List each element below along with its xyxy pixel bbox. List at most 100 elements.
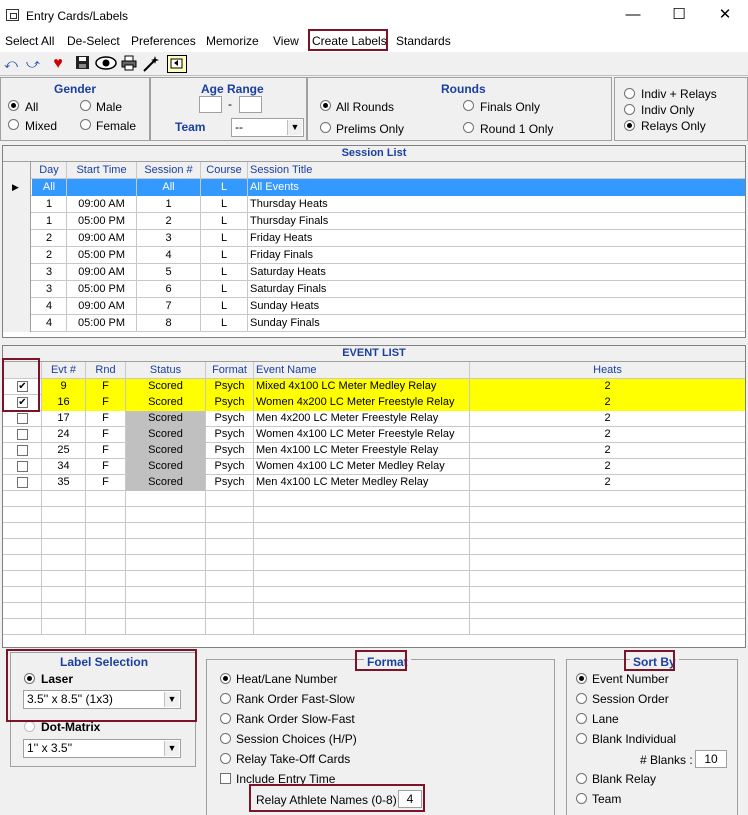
gender-male-radio[interactable]	[80, 100, 91, 111]
minimize-button[interactable]: —	[610, 4, 656, 28]
row-selector[interactable]	[3, 247, 31, 264]
event-row[interactable]: 34 F Scored Psych Women 4x100 LC Meter Medle…	[3, 459, 745, 475]
relays-only-radio[interactable]	[624, 120, 635, 131]
event-checkbox[interactable]	[17, 477, 28, 488]
session-row[interactable]: ▶ All All L All Events	[3, 179, 745, 196]
format-option-radio[interactable]	[220, 753, 231, 764]
event-cell-name: Women 4x100 LC Meter Medley Relay	[254, 459, 470, 475]
session-cell-day: 3	[32, 281, 67, 298]
menu-standards[interactable]: Standards	[396, 34, 451, 48]
rounds-prelims-radio[interactable]	[320, 122, 331, 133]
session-cell-day: 2	[32, 247, 67, 264]
col-start-time[interactable]: Start Time	[67, 162, 137, 179]
team-dropdown[interactable]: -- ▼	[231, 118, 304, 137]
current-row-icon[interactable]: ▶	[3, 179, 31, 196]
gender-all-radio[interactable]	[8, 100, 19, 111]
session-row[interactable]: 1 09:00 AM 1 L Thursday Heats	[3, 196, 745, 213]
session-row[interactable]: 3 09:00 AM 5 L Saturday Heats	[3, 264, 745, 281]
indiv-only-radio[interactable]	[624, 104, 635, 115]
col-heats[interactable]: Heats	[470, 362, 745, 379]
sort-option-radio[interactable]	[576, 713, 587, 724]
dot-size-dropdown[interactable]: 1'' x 3.5'' ▼	[23, 739, 181, 758]
sort-option-radio[interactable]	[576, 733, 587, 744]
age-to-input[interactable]	[239, 96, 262, 113]
event-cell-rnd: F	[86, 395, 126, 411]
menu-memorize[interactable]: Memorize	[206, 34, 259, 48]
col-course[interactable]: Course	[201, 162, 248, 179]
col-rnd[interactable]: Rnd	[86, 362, 126, 379]
session-row[interactable]: 3 05:00 PM 6 L Saturday Finals	[3, 281, 745, 298]
row-selector[interactable]	[3, 298, 31, 315]
format-option-radio[interactable]	[220, 693, 231, 704]
sort-option-radio[interactable]	[576, 793, 587, 804]
blanks-input[interactable]: 10	[695, 750, 727, 768]
age-from-input[interactable]	[199, 96, 222, 113]
menu-view[interactable]: View	[273, 34, 299, 48]
event-checkbox[interactable]	[17, 413, 28, 424]
save-icon[interactable]	[73, 55, 91, 73]
grid-line	[41, 507, 42, 523]
event-header-row: Evt # Rnd Status Format Event Name Heats	[3, 362, 745, 379]
grid-line	[205, 587, 206, 603]
indiv-relays-radio[interactable]	[624, 88, 635, 99]
col-status[interactable]: Status	[126, 362, 206, 379]
session-row[interactable]: 1 05:00 PM 2 L Thursday Finals	[3, 213, 745, 230]
close-button[interactable]: ✕	[702, 4, 748, 28]
session-row[interactable]: 4 09:00 AM 7 L Sunday Heats	[3, 298, 745, 315]
row-selector[interactable]	[3, 264, 31, 281]
print-icon[interactable]	[120, 55, 138, 73]
session-row[interactable]: 2 05:00 PM 4 L Friday Finals	[3, 247, 745, 264]
sort-option-radio[interactable]	[576, 673, 587, 684]
row-selector[interactable]	[3, 315, 31, 332]
col-format[interactable]: Format	[206, 362, 254, 379]
gender-female-radio[interactable]	[80, 119, 91, 130]
format-option-radio[interactable]	[220, 713, 231, 724]
session-row[interactable]: 4 05:00 PM 8 L Sunday Finals	[3, 315, 745, 332]
eye-icon[interactable]	[94, 55, 118, 73]
col-evt-num[interactable]: Evt #	[42, 362, 86, 379]
gender-mixed-radio[interactable]	[8, 119, 19, 130]
rounds-finals-radio[interactable]	[463, 100, 474, 111]
col-session-num[interactable]: Session #	[137, 162, 201, 179]
row-selector[interactable]	[3, 196, 31, 213]
grid-line	[205, 539, 206, 555]
col-day[interactable]: Day	[32, 162, 67, 179]
col-session-title[interactable]: Session Title	[248, 162, 745, 179]
annotation-box-relay-names	[249, 784, 425, 812]
import-icon[interactable]	[167, 55, 187, 73]
event-row[interactable]: 17 F Scored Psych Men 4x200 LC Meter Freesty…	[3, 411, 745, 427]
event-row[interactable]: ✔ 16 F Scored Psych Women 4x200 LC Meter Free…	[3, 395, 745, 411]
maximize-button[interactable]: ☐	[656, 4, 702, 28]
menu-de-select[interactable]: De-Select	[67, 34, 120, 48]
menu-preferences[interactable]: Preferences	[131, 34, 196, 48]
event-row[interactable]: 24 F Scored Psych Women 4x100 LC Meter Frees…	[3, 427, 745, 443]
rounds-all-radio[interactable]	[320, 100, 331, 111]
row-selector[interactable]	[3, 281, 31, 298]
col-event-name[interactable]: Event Name	[254, 362, 470, 379]
row-selector[interactable]	[3, 213, 31, 230]
event-row[interactable]: 25 F Scored Psych Men 4x100 LC Meter Freesty…	[3, 443, 745, 459]
session-cell-start-time	[67, 179, 137, 196]
wand-icon[interactable]	[142, 55, 160, 73]
dot-matrix-label: Dot-Matrix	[41, 720, 101, 734]
undo-icon[interactable]: ⤺	[2, 55, 20, 73]
event-row[interactable]: 35 F Scored Psych Men 4x100 LC Meter Medley …	[3, 475, 745, 491]
format-option-radio[interactable]	[220, 673, 231, 684]
include-entry-time-checkbox[interactable]	[220, 773, 231, 784]
redo-icon[interactable]: ⤻	[24, 55, 42, 73]
sort-option-radio[interactable]	[576, 773, 587, 784]
rounds-round1-radio[interactable]	[463, 122, 474, 133]
event-cell-evt: 17	[42, 411, 86, 427]
heart-icon[interactable]: ♥	[49, 55, 67, 73]
event-checkbox[interactable]	[17, 461, 28, 472]
format-option-radio[interactable]	[220, 733, 231, 744]
session-row[interactable]: 2 09:00 AM 3 L Friday Heats	[3, 230, 745, 247]
dot-matrix-radio[interactable]	[24, 721, 35, 732]
sort-option-radio[interactable]	[576, 693, 587, 704]
event-checkbox[interactable]	[17, 445, 28, 456]
menu-select-all[interactable]: Select All	[5, 34, 54, 48]
event-cell-check	[3, 411, 42, 427]
event-row[interactable]: ✔ 9 F Scored Psych Mixed 4x100 LC Meter Medle…	[3, 379, 745, 395]
event-checkbox[interactable]	[17, 429, 28, 440]
row-selector[interactable]	[3, 230, 31, 247]
